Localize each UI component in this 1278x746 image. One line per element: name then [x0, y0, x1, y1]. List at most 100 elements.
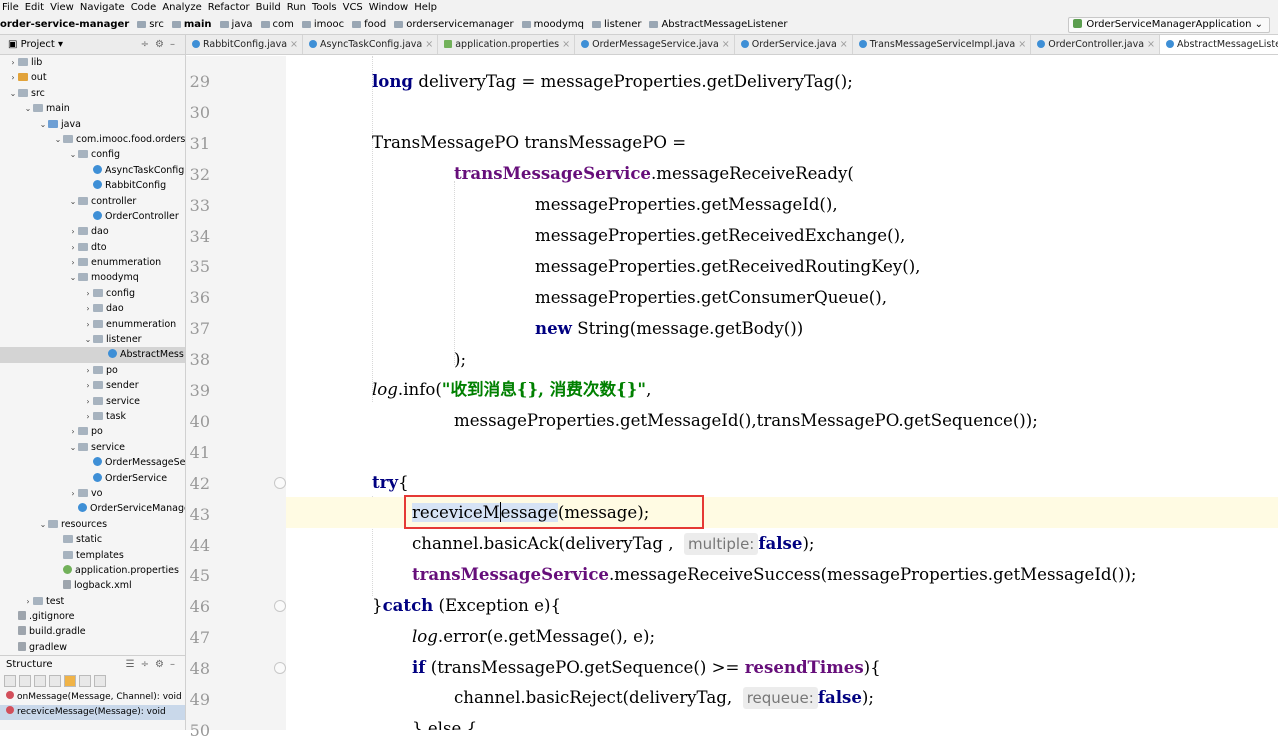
- tree-item[interactable]: › service: [0, 394, 185, 409]
- chevron-down-icon[interactable]: ⌄: [83, 332, 93, 347]
- editor-tab[interactable]: RabbitConfig.java ×: [186, 35, 304, 54]
- menu-item-file[interactable]: File: [2, 2, 19, 13]
- tree-item[interactable]: › config: [0, 286, 185, 301]
- close-icon[interactable]: ×: [425, 39, 433, 50]
- chevron-right-icon[interactable]: ›: [8, 70, 18, 85]
- tree-item[interactable]: OrderServiceManage: [0, 501, 185, 516]
- minimize-icon[interactable]: –: [170, 39, 181, 50]
- autoscroll-icon[interactable]: [94, 675, 106, 687]
- tree-item[interactable]: logback.xml: [0, 578, 185, 593]
- breadcrumb-item[interactable]: order-service-manager: [0, 15, 129, 34]
- sort-visibility-icon[interactable]: [4, 675, 16, 687]
- tree-item[interactable]: OrderMessageSe: [0, 455, 185, 470]
- editor-tab[interactable]: OrderService.java ×: [735, 35, 853, 54]
- tree-item[interactable]: ⌄ controller: [0, 194, 185, 209]
- close-icon[interactable]: ×: [1147, 39, 1155, 50]
- chevron-down-icon[interactable]: ⌄: [68, 270, 78, 285]
- menu-item-code[interactable]: Code: [131, 2, 157, 13]
- menu-item-edit[interactable]: Edit: [25, 2, 44, 13]
- fold-marker-icon[interactable]: [274, 662, 286, 675]
- tree-item[interactable]: build.gradle: [0, 624, 185, 639]
- chevron-right-icon[interactable]: ›: [83, 394, 93, 409]
- breadcrumb-item[interactable]: AbstractMessageListener: [645, 15, 788, 34]
- fold-marker-icon[interactable]: [274, 476, 286, 489]
- chevron-down-icon[interactable]: ⌄: [68, 440, 78, 455]
- menu-item-vcs[interactable]: VCS: [343, 2, 363, 13]
- close-icon[interactable]: ×: [290, 39, 298, 50]
- show-inherited-icon[interactable]: [34, 675, 46, 687]
- collapse-icon[interactable]: ÷: [141, 39, 155, 50]
- chevron-down-icon[interactable]: ⌄: [23, 101, 33, 116]
- menu-item-analyze[interactable]: Analyze: [162, 2, 201, 13]
- chevron-right-icon[interactable]: ›: [83, 409, 93, 424]
- breadcrumb-item[interactable]: moodymq: [518, 15, 584, 34]
- close-icon[interactable]: ×: [562, 39, 570, 50]
- menu-item-help[interactable]: Help: [414, 2, 437, 13]
- tree-item[interactable]: ⌄ java: [0, 117, 185, 132]
- chevron-right-icon[interactable]: ›: [23, 594, 33, 609]
- tree-item[interactable]: › task: [0, 409, 185, 424]
- chevron-right-icon[interactable]: ›: [68, 424, 78, 439]
- menu-item-view[interactable]: View: [50, 2, 74, 13]
- menu-item-tools[interactable]: Tools: [312, 2, 337, 13]
- code-editor[interactable]: long deliveryTag = messageProperties.get…: [286, 56, 1278, 730]
- menu-item-navigate[interactable]: Navigate: [80, 2, 125, 13]
- structure-item[interactable]: onMessage(Message, Channel): void: [0, 690, 185, 705]
- tree-item[interactable]: › vo: [0, 486, 185, 501]
- editor-tab[interactable]: TransMessageServiceImpl.java ×: [853, 35, 1032, 54]
- project-panel-header[interactable]: ▣ Project ▾ ÷⚙–: [0, 35, 185, 55]
- menu-item-build[interactable]: Build: [256, 2, 281, 13]
- chevron-down-icon[interactable]: ⌄: [38, 517, 48, 532]
- tree-item[interactable]: ⌄ resources: [0, 517, 185, 532]
- tree-item[interactable]: ⌄ main: [0, 101, 185, 116]
- editor-tab[interactable]: application.properties ×: [438, 35, 576, 54]
- run-configuration-selector[interactable]: OrderServiceManagerApplication ⌄: [1068, 17, 1270, 33]
- show-nonpublic-icon[interactable]: [79, 675, 91, 687]
- close-icon[interactable]: ×: [722, 39, 730, 50]
- chevron-right-icon[interactable]: ›: [68, 255, 78, 270]
- tree-item[interactable]: › test: [0, 594, 185, 609]
- breadcrumb-item[interactable]: main: [168, 15, 212, 34]
- tree-item[interactable]: ⌄ moodymq: [0, 270, 185, 285]
- sort-alpha-icon[interactable]: [19, 675, 31, 687]
- tree-item[interactable]: RabbitConfig: [0, 178, 185, 193]
- chevron-right-icon[interactable]: ›: [83, 378, 93, 393]
- tree-item[interactable]: gradlew: [0, 640, 185, 655]
- close-icon[interactable]: ×: [840, 39, 848, 50]
- tree-item[interactable]: › dao: [0, 224, 185, 239]
- chevron-down-icon[interactable]: ⌄: [53, 132, 63, 147]
- tree-item[interactable]: ⌄ com.imooc.food.orderse: [0, 132, 185, 147]
- chevron-right-icon[interactable]: ›: [8, 55, 18, 70]
- gear-icon[interactable]: ⚙: [155, 659, 170, 670]
- editor-tab[interactable]: AbstractMessageListener.java×: [1159, 35, 1278, 54]
- collapse-icon[interactable]: ÷: [141, 659, 155, 670]
- chevron-right-icon[interactable]: ›: [68, 486, 78, 501]
- breadcrumb-item[interactable]: src: [133, 15, 164, 34]
- gear-icon[interactable]: ⚙: [155, 39, 170, 50]
- tree-item[interactable]: › out: [0, 70, 185, 85]
- tree-item[interactable]: › sender: [0, 378, 185, 393]
- tree-item[interactable]: .gitignore: [0, 609, 185, 624]
- tree-item[interactable]: ⌄ src: [0, 86, 185, 101]
- tree-item[interactable]: › dao: [0, 301, 185, 316]
- chevron-right-icon[interactable]: ›: [83, 286, 93, 301]
- tree-item[interactable]: ⌄ service: [0, 440, 185, 455]
- close-icon[interactable]: ×: [1018, 39, 1026, 50]
- chevron-right-icon[interactable]: ›: [83, 363, 93, 378]
- tree-item[interactable]: OrderController: [0, 209, 185, 224]
- chevron-down-icon[interactable]: ⌄: [68, 147, 78, 162]
- editor-tab[interactable]: OrderMessageService.java ×: [575, 35, 735, 54]
- tree-item[interactable]: › dto: [0, 240, 185, 255]
- chevron-down-icon[interactable]: ⌄: [38, 117, 48, 132]
- tree-item[interactable]: AsyncTaskConfig: [0, 163, 185, 178]
- show-properties-icon[interactable]: [49, 675, 61, 687]
- structure-item[interactable]: receviceMessage(Message): void: [0, 705, 185, 720]
- menu-item-run[interactable]: Run: [287, 2, 306, 13]
- tree-item[interactable]: application.properties: [0, 563, 185, 578]
- tree-item[interactable]: › enummeration: [0, 255, 185, 270]
- tree-item[interactable]: › enummeration: [0, 317, 185, 332]
- fold-marker-icon[interactable]: [274, 600, 286, 613]
- chevron-right-icon[interactable]: ›: [68, 240, 78, 255]
- minimize-icon[interactable]: –: [170, 659, 181, 670]
- breadcrumb-item[interactable]: com: [257, 15, 294, 34]
